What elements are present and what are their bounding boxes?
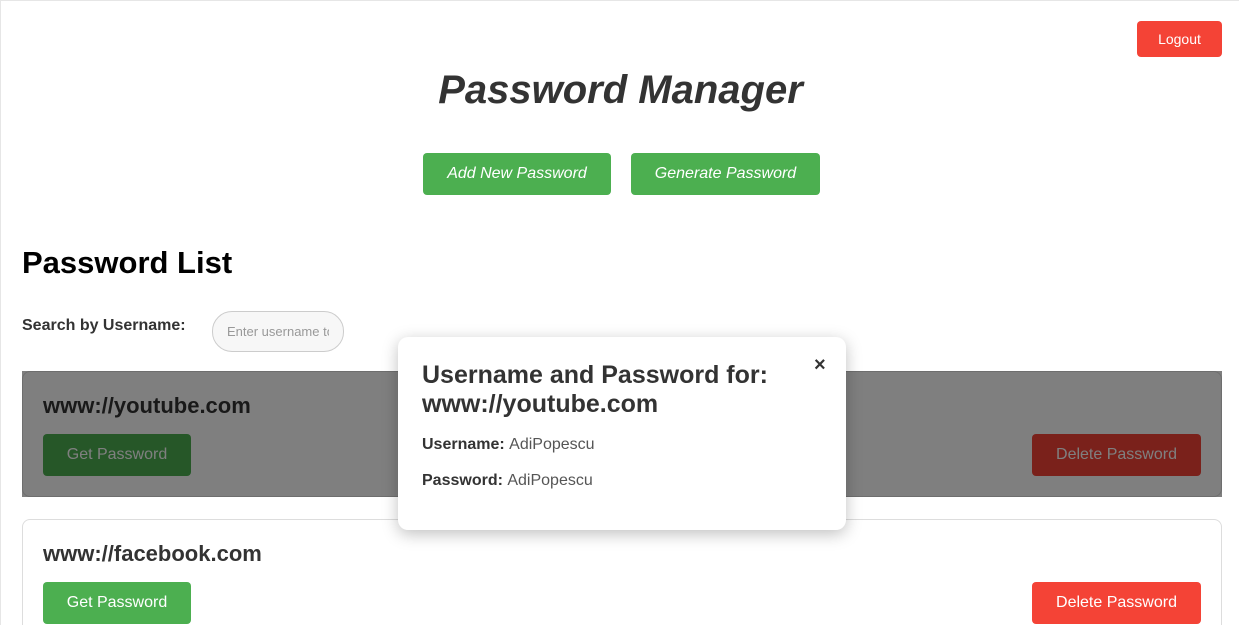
page: Logout Password Manager Add New Password…	[0, 0, 1239, 625]
get-password-button[interactable]: Get Password	[43, 582, 191, 624]
delete-password-button[interactable]: Delete Password	[1032, 582, 1201, 624]
close-icon[interactable]: ×	[814, 355, 826, 375]
generate-password-button[interactable]: Generate Password	[631, 153, 820, 195]
top-actions: Add New Password Generate Password	[423, 153, 820, 195]
modal-username-row: Username: AdiPopescu	[422, 436, 595, 454]
password-card: www://facebook.com Get Password Delete P…	[22, 519, 1222, 625]
password-list-title: Password List	[22, 245, 233, 280]
username-value: AdiPopescu	[509, 436, 595, 453]
password-value: AdiPopescu	[507, 472, 593, 489]
credentials-modal: Username and Password for: www://youtube…	[398, 337, 846, 530]
add-new-password-button[interactable]: Add New Password	[423, 153, 611, 195]
username-label: Username:	[422, 436, 510, 453]
card-site-name: www://facebook.com	[43, 541, 262, 566]
modal-title: Username and Password for: www://youtube…	[422, 361, 768, 418]
page-title: Password Manager	[438, 68, 803, 112]
logout-button[interactable]: Logout	[1137, 21, 1222, 57]
search-input[interactable]	[212, 311, 344, 352]
modal-password-row: Password: AdiPopescu	[422, 472, 593, 490]
password-label: Password:	[422, 472, 508, 489]
search-label: Search by Username:	[22, 317, 186, 334]
